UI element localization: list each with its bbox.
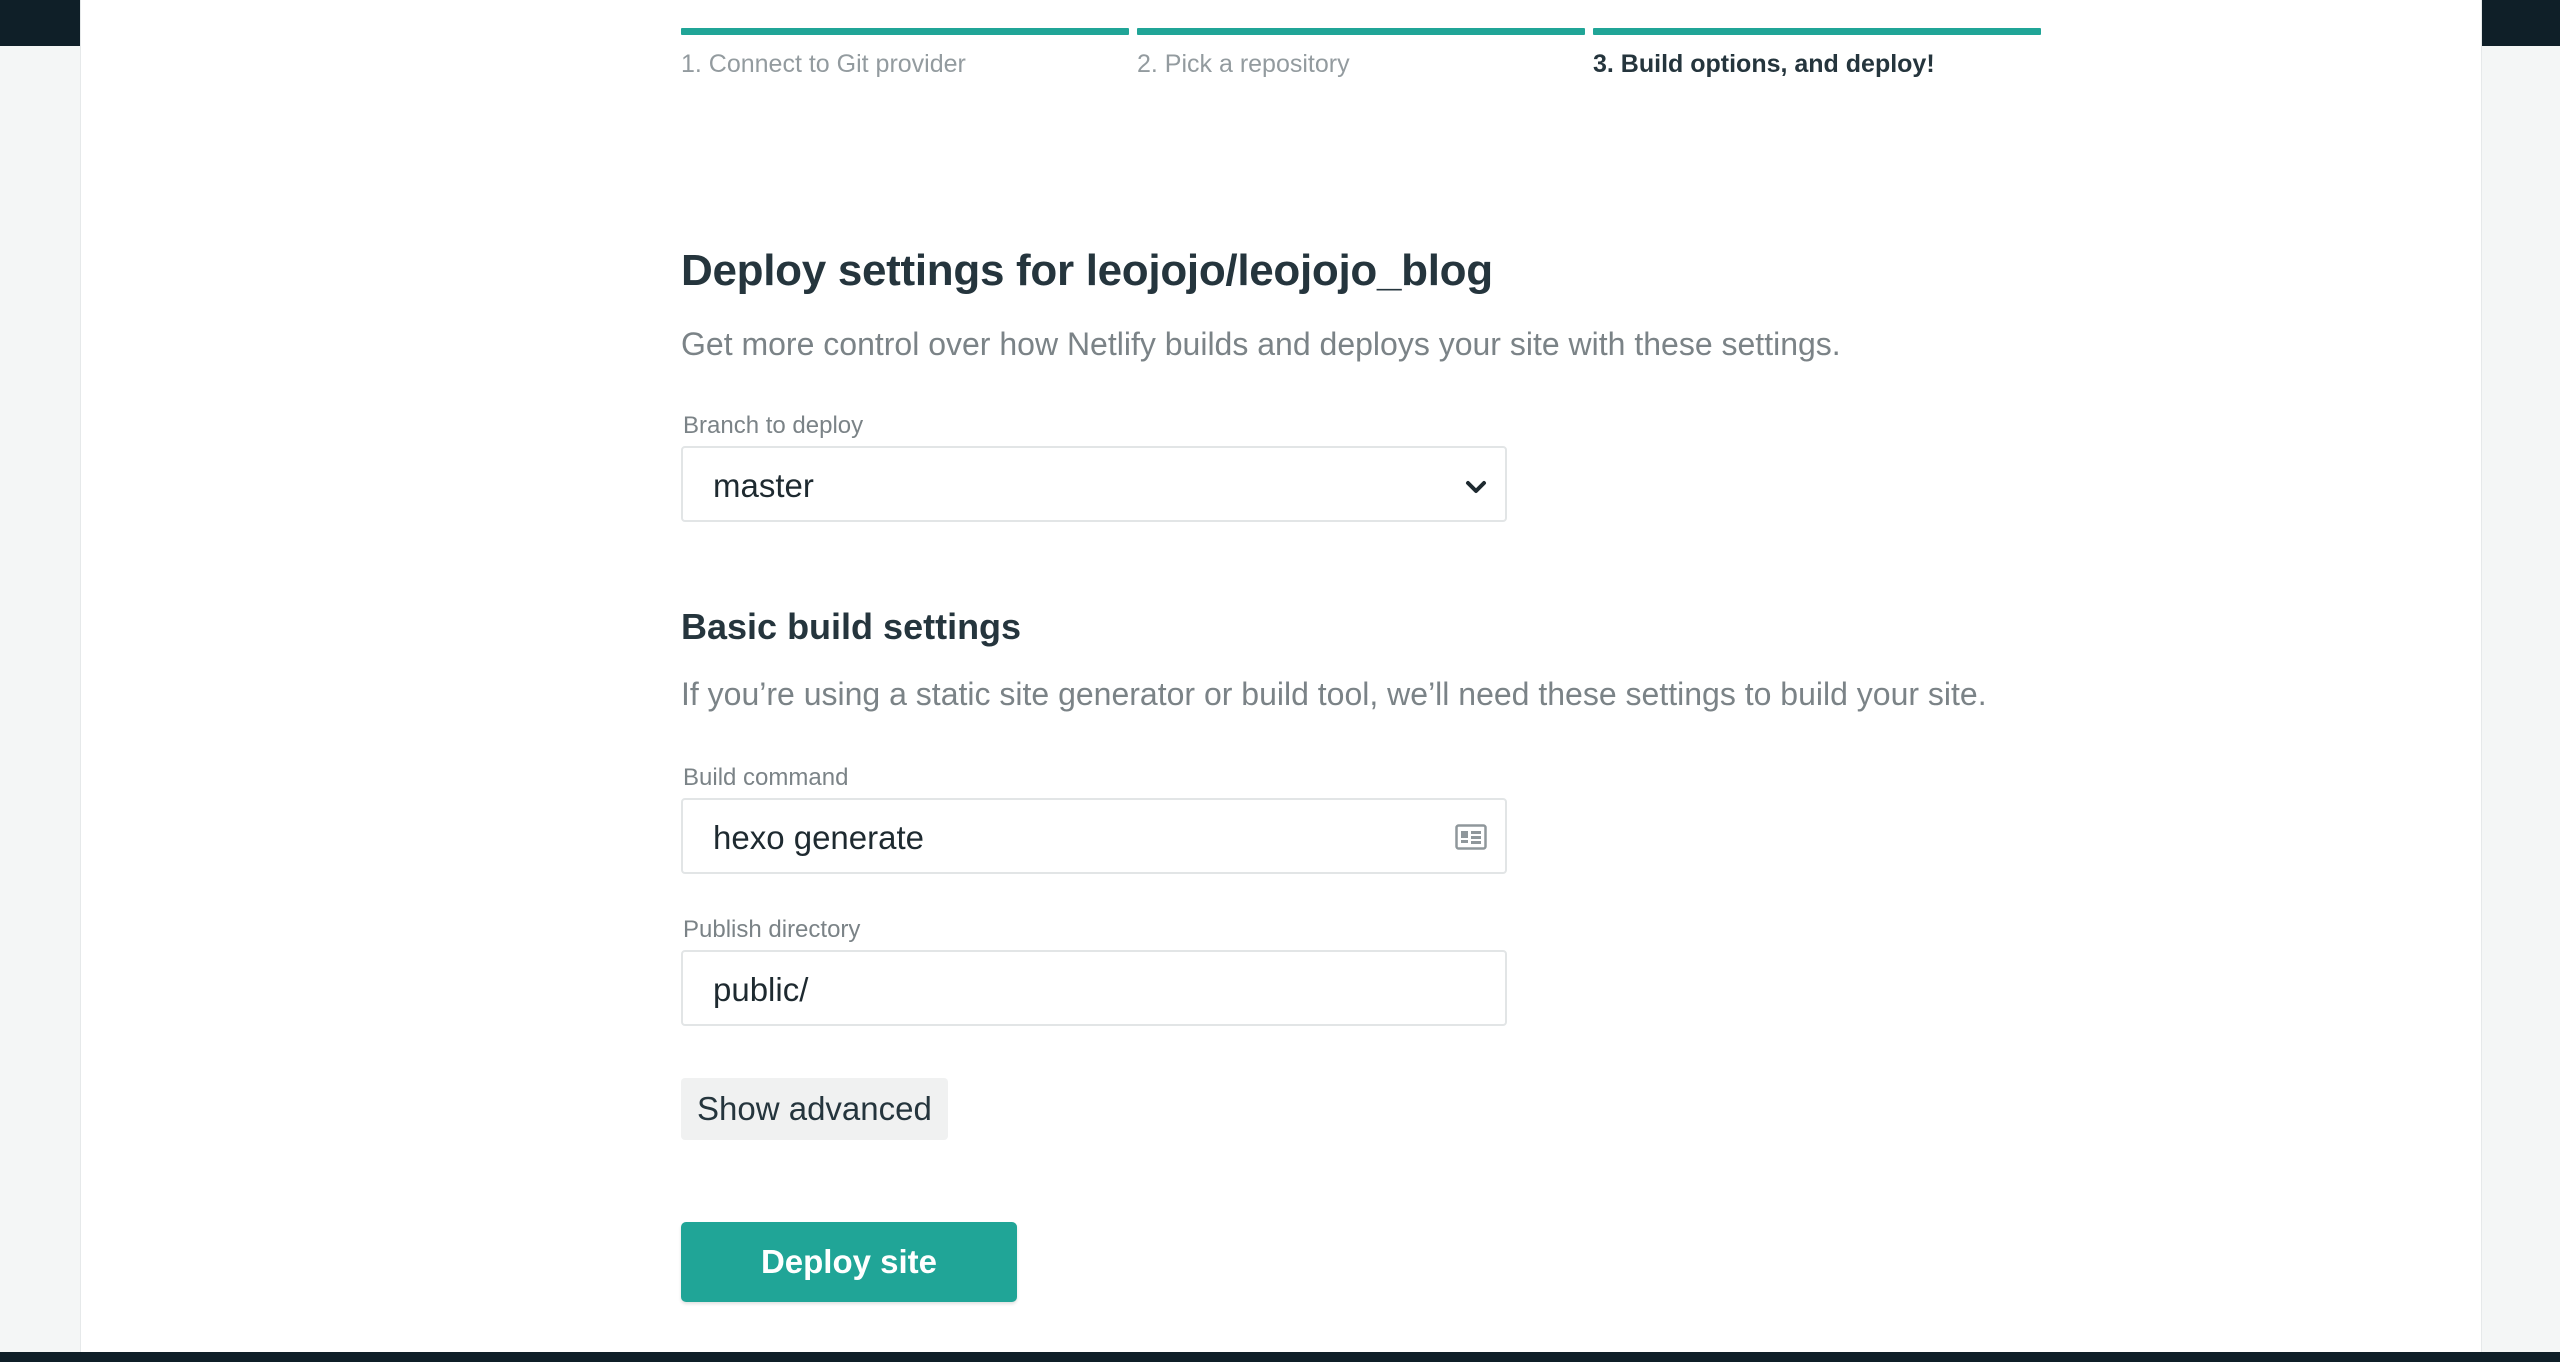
step-pick-repository[interactable]: 2. Pick a repository xyxy=(1137,28,1585,79)
build-command-value: hexo generate xyxy=(713,819,925,856)
step-build-deploy[interactable]: 3. Build options, and deploy! xyxy=(1593,28,2041,79)
step-label: 2. Pick a repository xyxy=(1137,50,1350,78)
show-advanced-button[interactable]: Show advanced xyxy=(681,1078,948,1140)
step-label: 3. Build options, and deploy! xyxy=(1593,50,1935,78)
progress-steps: 1. Connect to Git provider 2. Pick a rep… xyxy=(681,28,2041,88)
build-settings-subtitle: If you’re using a static site generator … xyxy=(681,676,1987,712)
step-label: 1. Connect to Git provider xyxy=(681,50,966,78)
step-progress-bar xyxy=(681,28,1129,35)
main-card: 1. Connect to Git provider 2. Pick a rep… xyxy=(80,0,2482,1352)
publish-directory-input[interactable]: public/ xyxy=(681,950,1507,1026)
app-header-strip xyxy=(2480,0,2560,46)
build-settings-heading: Basic build settings xyxy=(681,606,1022,647)
publish-directory-value: public/ xyxy=(713,971,809,1008)
app-header-strip xyxy=(0,0,80,46)
step-connect-git[interactable]: 1. Connect to Git provider xyxy=(681,28,1129,79)
page-title: Deploy settings for leojojo/leojojo_blog xyxy=(681,246,1493,295)
step-progress-bar xyxy=(1137,28,1585,35)
branch-select[interactable]: master xyxy=(681,446,1507,522)
step-progress-bar xyxy=(1593,28,2041,35)
build-command-input[interactable]: hexo generate xyxy=(681,798,1507,874)
chevron-down-icon xyxy=(1466,481,1486,493)
branch-select-value: master xyxy=(713,467,814,504)
branch-label: Branch to deploy xyxy=(683,412,864,439)
deploy-site-button[interactable]: Deploy site xyxy=(681,1222,1017,1302)
contact-card-icon[interactable] xyxy=(1455,824,1487,850)
page-subtitle: Get more control over how Netlify builds… xyxy=(681,326,1841,362)
publish-directory-label: Publish directory xyxy=(683,916,861,943)
build-command-label: Build command xyxy=(683,764,849,791)
